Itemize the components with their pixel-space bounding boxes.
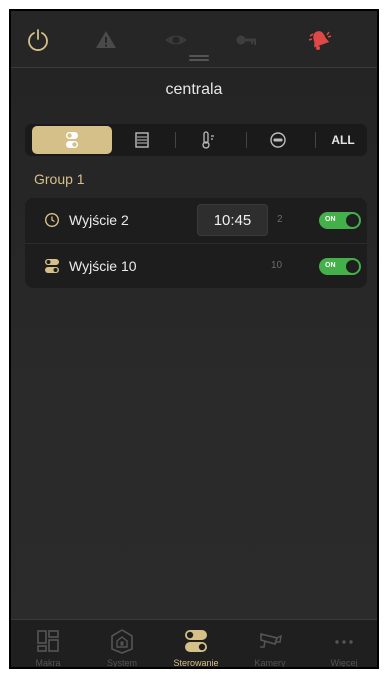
tab-wiecej[interactable]: Więcej	[307, 620, 377, 668]
blinds-icon	[135, 132, 149, 148]
tab-label: Więcej	[330, 658, 358, 668]
eye-icon[interactable]	[163, 27, 189, 53]
group-label: Group 1	[34, 171, 85, 187]
filter-segmented-control: ALL	[25, 124, 367, 156]
key-icon[interactable]	[233, 27, 259, 53]
clock-icon	[44, 212, 60, 228]
tab-system[interactable]: System	[85, 620, 159, 668]
output-number: 2	[277, 214, 283, 225]
more-icon	[331, 628, 357, 654]
filter-all[interactable]: ALL	[323, 126, 363, 154]
page-title: centrala	[165, 81, 223, 98]
alarm-bell-icon[interactable]	[307, 27, 333, 53]
thermometer-icon	[202, 131, 214, 149]
tab-label: Sterowanie	[173, 658, 219, 668]
output-toggle[interactable]: ON	[319, 258, 361, 275]
output-number: 10	[271, 260, 283, 271]
top-status-bar	[11, 11, 377, 68]
warning-icon[interactable]	[93, 27, 119, 53]
tab-sterowanie[interactable]: Sterowanie	[159, 620, 233, 668]
output-name: Wyjście 10	[69, 258, 137, 274]
off-icon	[270, 132, 286, 148]
filter-divider	[246, 132, 247, 148]
drag-handle[interactable]	[189, 55, 209, 61]
bottom-tab-bar: Makra System Sterowanie Kamery Więcej	[11, 619, 377, 667]
toggle-knob	[346, 214, 359, 227]
list-item[interactable]: Wyjście 2 10:45 2 ON	[25, 198, 367, 243]
switch-icon	[66, 132, 78, 148]
switch-icon	[183, 628, 209, 654]
house-icon	[109, 628, 135, 654]
toggle-knob	[346, 260, 359, 273]
tab-kamery[interactable]: Kamery	[233, 620, 307, 668]
tab-label: Makra	[35, 658, 61, 668]
app-screen: centrala ALL Group 1 Wyjście 2 10:45 2 O…	[11, 11, 377, 667]
filter-off[interactable]	[258, 126, 298, 154]
time-field[interactable]: 10:45	[197, 204, 268, 236]
toggle-state-label: ON	[325, 262, 336, 269]
filter-outputs[interactable]	[32, 126, 112, 154]
filter-temperature[interactable]	[188, 126, 228, 154]
list-item[interactable]: Wyjście 10 10 ON	[25, 243, 367, 288]
filter-all-label: ALL	[331, 133, 355, 147]
camera-icon	[257, 628, 283, 654]
output-name: Wyjście 2	[69, 212, 129, 228]
power-icon[interactable]	[25, 27, 51, 53]
phone-frame: centrala ALL Group 1 Wyjście 2 10:45 2 O…	[9, 9, 379, 669]
switch-icon	[44, 258, 60, 274]
output-toggle[interactable]: ON	[319, 212, 361, 229]
tab-label: Kamery	[254, 658, 286, 668]
macro-icon	[35, 628, 61, 654]
group-list: Wyjście 2 10:45 2 ON Wyjście 10 10 ON	[25, 198, 367, 288]
filter-blinds[interactable]	[122, 126, 162, 154]
tab-makra[interactable]: Makra	[11, 620, 85, 668]
filter-divider	[175, 132, 176, 148]
tab-label: System	[106, 658, 137, 668]
toggle-state-label: ON	[325, 216, 336, 223]
filter-divider	[315, 132, 316, 148]
